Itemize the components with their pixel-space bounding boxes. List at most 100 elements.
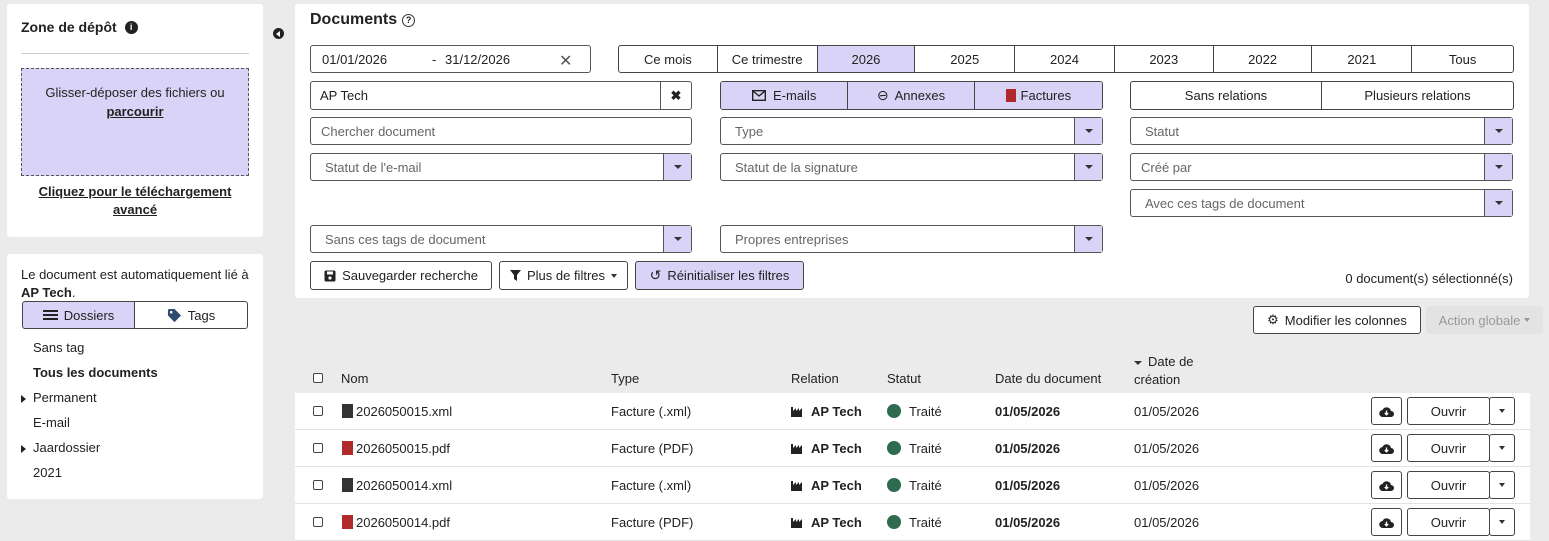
row-status: Traité	[887, 430, 942, 466]
row-checkbox[interactable]	[313, 504, 323, 540]
column-header-relation[interactable]: Relation	[791, 371, 839, 386]
chevron-down-icon[interactable]	[1074, 118, 1102, 144]
row-type: Facture (.xml)	[611, 403, 692, 419]
row-relation[interactable]: AP Tech	[791, 393, 862, 429]
row-checkbox[interactable]	[313, 467, 323, 503]
period-option[interactable]: Tous	[1412, 46, 1513, 72]
help-icon[interactable]: ?	[402, 13, 416, 27]
column-header-doc-date[interactable]: Date du document	[995, 371, 1101, 386]
download-button[interactable]	[1371, 471, 1402, 499]
toggle-multiple-relations[interactable]: Plusieurs relations	[1322, 82, 1513, 109]
row-name[interactable]: 2026050015.pdf	[342, 430, 450, 466]
tree-item[interactable]: E-mail	[21, 415, 70, 430]
tab-tags-label: Tags	[187, 307, 216, 323]
row-type: Facture (.xml)	[611, 477, 692, 493]
toggle-invoices[interactable]: Factures	[974, 82, 1102, 109]
created-by-select[interactable]: Créé par	[1130, 153, 1513, 181]
reset-filters-button[interactable]: ↺ Réinitialiser les filtres	[635, 261, 804, 290]
table-row[interactable]: 2026050014.xml Facture (.xml) AP Tech Trait…	[295, 467, 1530, 504]
dropzone-card: Zone de dépôt i Glisser-déposer des fich…	[7, 4, 263, 237]
period-option[interactable]: 2022	[1214, 46, 1313, 72]
chevron-down-icon[interactable]	[663, 226, 691, 252]
caret-right-icon[interactable]	[21, 394, 26, 403]
tab-folders[interactable]: Dossiers	[22, 301, 135, 329]
chevron-down-icon[interactable]	[1484, 154, 1512, 180]
toggle-annexes[interactable]: ⊘ Annexes	[848, 82, 975, 109]
status-select[interactable]: Statut	[1130, 117, 1513, 145]
open-button[interactable]: Ouvrir	[1407, 508, 1490, 536]
status-dot-icon	[887, 478, 901, 492]
search-document-input[interactable]: Chercher document	[310, 117, 692, 145]
period-option[interactable]: 2024	[1015, 46, 1115, 72]
own-companies-placeholder: Propres entreprises	[735, 231, 849, 247]
row-actions-dropdown[interactable]	[1489, 471, 1515, 499]
edit-columns-button[interactable]: ⚙ Modifier les colonnes	[1253, 306, 1421, 334]
open-button[interactable]: Ouvrir	[1407, 434, 1490, 462]
period-option[interactable]: 2026	[817, 46, 916, 72]
period-option[interactable]: 2021	[1312, 46, 1413, 72]
open-button[interactable]: Ouvrir	[1407, 471, 1490, 499]
tab-tags[interactable]: Tags	[134, 301, 248, 329]
table-row[interactable]: 2026050014.pdf Facture (PDF) AP Tech Traité…	[295, 504, 1530, 541]
clear-date-icon[interactable]: ✕	[559, 51, 572, 71]
row-name[interactable]: 2026050014.pdf	[342, 504, 450, 540]
drop-area[interactable]: Glisser-déposer des fichiers ou parcouri…	[21, 68, 249, 176]
info-icon[interactable]: i	[124, 20, 138, 34]
row-actions-dropdown[interactable]	[1489, 397, 1515, 425]
more-filters-button[interactable]: Plus de filtres	[499, 261, 628, 290]
tree-item[interactable]: Sans tag	[21, 340, 84, 355]
row-actions-dropdown[interactable]	[1489, 434, 1515, 462]
select-all-checkbox[interactable]	[313, 373, 323, 383]
toggle-no-relations[interactable]: Sans relations	[1131, 82, 1322, 109]
without-tags-select[interactable]: Sans ces tags de document	[310, 225, 692, 253]
row-name[interactable]: 2026050014.xml	[342, 467, 452, 503]
global-action-button[interactable]: Action globale	[1426, 306, 1543, 334]
table-row[interactable]: 2026050015.xml Facture (.xml) AP Tech Trait…	[295, 393, 1530, 430]
company-filter[interactable]: AP Tech ✖	[310, 81, 692, 110]
tree-item[interactable]: Permanent	[21, 390, 97, 405]
column-header-status[interactable]: Statut	[887, 371, 921, 386]
factory-icon	[791, 480, 802, 491]
row-relation[interactable]: AP Tech	[791, 467, 862, 503]
row-relation[interactable]: AP Tech	[791, 430, 862, 466]
toggle-emails[interactable]: E-mails	[721, 82, 849, 109]
clear-company-icon[interactable]: ✖	[660, 82, 691, 109]
chevron-down-icon[interactable]	[1484, 118, 1512, 144]
column-header-name[interactable]: Nom	[341, 371, 368, 386]
tree-item[interactable]: 2021	[21, 465, 62, 480]
caret-right-icon[interactable]	[21, 444, 26, 453]
period-option[interactable]: Ce mois	[619, 46, 718, 72]
row-checkbox[interactable]	[313, 393, 323, 429]
download-button[interactable]	[1371, 397, 1402, 425]
date-range-input[interactable]: 01/01/2026 - 31/12/2026 ✕	[310, 45, 591, 73]
tree-item[interactable]: Tous les documents	[21, 365, 158, 380]
type-select[interactable]: Type	[720, 117, 1103, 145]
download-button[interactable]	[1371, 434, 1402, 462]
with-tags-select[interactable]: Avec ces tags de document	[1130, 189, 1513, 217]
signature-status-select[interactable]: Statut de la signature	[720, 153, 1103, 181]
browse-link[interactable]: parcourir	[22, 102, 248, 121]
advanced-upload-link[interactable]: Cliquez pour le téléchargement avancé	[31, 183, 239, 219]
email-status-select[interactable]: Statut de l'e-mail	[310, 153, 692, 181]
row-actions-dropdown[interactable]	[1489, 508, 1515, 536]
collapse-sidebar-icon[interactable]	[273, 28, 284, 39]
row-checkbox[interactable]	[313, 430, 323, 466]
row-relation[interactable]: AP Tech	[791, 504, 862, 540]
column-header-created[interactable]: Date de création	[1134, 353, 1194, 389]
chevron-down-icon[interactable]	[663, 154, 691, 180]
row-status-label: Traité	[909, 514, 942, 530]
chevron-down-icon[interactable]	[1074, 226, 1102, 252]
period-option[interactable]: 2025	[915, 46, 1016, 72]
open-button[interactable]: Ouvrir	[1407, 397, 1490, 425]
column-header-type[interactable]: Type	[611, 371, 639, 386]
chevron-down-icon[interactable]	[1484, 190, 1512, 216]
period-option[interactable]: Ce trimestre	[718, 46, 818, 72]
download-button[interactable]	[1371, 508, 1402, 536]
chevron-down-icon[interactable]	[1074, 154, 1102, 180]
row-name[interactable]: 2026050015.xml	[342, 393, 452, 429]
table-row[interactable]: 2026050015.pdf Facture (PDF) AP Tech Traité…	[295, 430, 1530, 467]
tree-item[interactable]: Jaardossier	[21, 440, 100, 455]
own-companies-select[interactable]: Propres entreprises	[720, 225, 1103, 253]
period-option[interactable]: 2023	[1115, 46, 1214, 72]
save-search-button[interactable]: Sauvegarder recherche	[310, 261, 492, 290]
